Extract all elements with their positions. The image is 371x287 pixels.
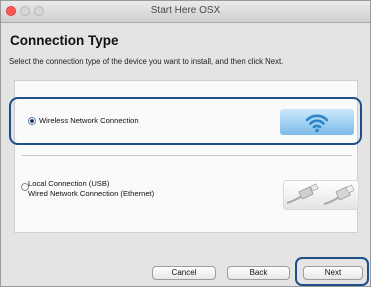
next-button[interactable]: Next [303,266,363,280]
title-bar[interactable]: Start Here OSX [1,1,370,23]
back-button[interactable]: Back [227,266,290,280]
wireless-option-label[interactable]: Wireless Network Connection [39,116,139,126]
wireless-radio-button[interactable] [28,117,36,125]
page-title: Connection Type [10,33,119,48]
option-divider [22,155,352,156]
local-connection-option-label[interactable]: Local Connection (USB) Wired Network Con… [28,179,154,199]
wifi-icon [280,109,354,135]
cancel-button[interactable]: Cancel [152,266,216,280]
usb-ethernet-cables-icon [283,180,359,210]
ethernet-connection-label: Wired Network Connection (Ethernet) [28,189,155,198]
usb-connection-label: Local Connection (USB) [28,179,110,188]
instruction-text: Select the connection type of the device… [9,57,284,66]
window-title: Start Here OSX [150,5,221,16]
